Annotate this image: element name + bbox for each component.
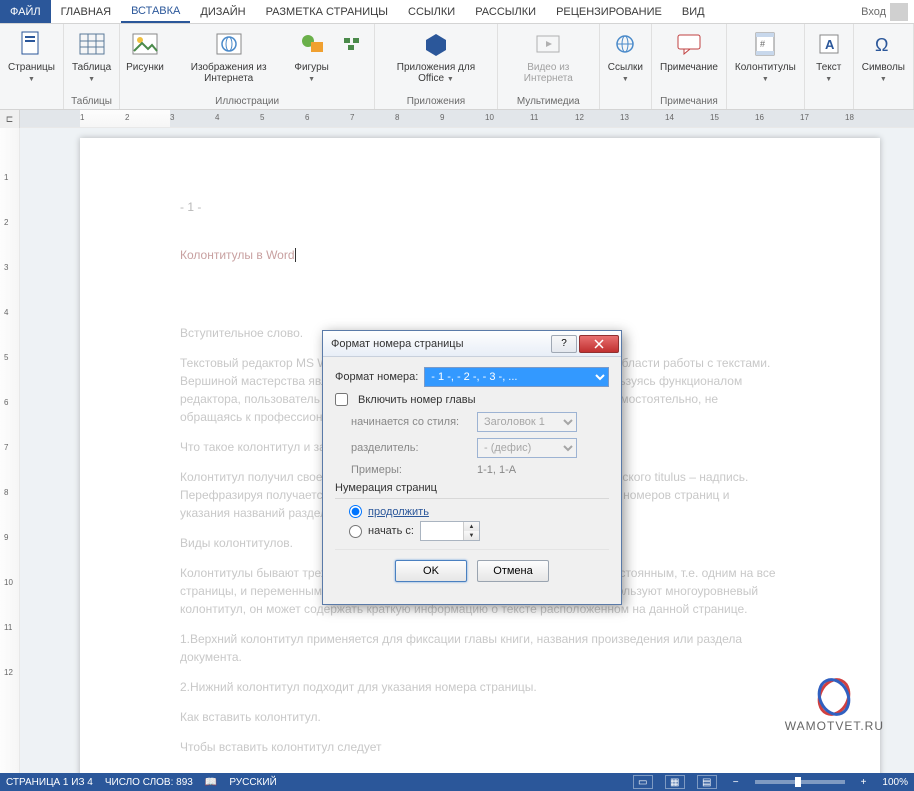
vertical-ruler[interactable]: 123456789101112 — [0, 128, 20, 773]
close-button[interactable] — [579, 335, 619, 353]
close-icon — [593, 339, 605, 349]
shapes-button[interactable]: Фигуры▼ — [292, 26, 332, 96]
doc-paragraph: 1.Верхний колонтитул применяется для фик… — [180, 630, 780, 666]
office-apps-button[interactable]: Приложения для Office ▼ — [379, 26, 493, 96]
include-chapter-checkbox[interactable] — [335, 393, 348, 406]
dialog-titlebar[interactable]: Формат номера страницы ? — [323, 331, 621, 357]
dialog-title: Формат номера страницы — [331, 338, 551, 350]
zoom-in-button[interactable]: + — [857, 777, 871, 788]
text-icon: A — [813, 28, 845, 60]
pages-icon — [15, 28, 47, 60]
ruler-row: ⊏ 123456789101112131415161718 — [0, 110, 914, 128]
zoom-value[interactable]: 100% — [882, 777, 908, 788]
comment-button[interactable]: Примечание — [656, 26, 722, 96]
cancel-button[interactable]: Отмена — [477, 560, 549, 582]
text-button[interactable]: A Текст▼ — [809, 26, 849, 107]
page-number-format-dialog: Формат номера страницы ? Формат номера: … — [322, 330, 622, 605]
examples-label: Примеры: — [351, 464, 471, 476]
view-read-button[interactable]: ▭ — [633, 775, 653, 789]
pages-button[interactable]: Страницы▼ — [4, 26, 59, 107]
tab-home[interactable]: ГЛАВНАЯ — [51, 0, 121, 23]
online-pictures-button[interactable]: Изображения из Интернета — [168, 26, 290, 96]
view-web-button[interactable]: ▤ — [697, 775, 717, 789]
watermark: WamOtvet.ru — [785, 677, 884, 733]
continue-radio[interactable] — [349, 505, 362, 518]
spin-up-icon[interactable]: ▲ — [463, 522, 479, 531]
online-video-button: Видео из Интернета — [502, 26, 595, 96]
start-from-spinner[interactable]: ▲▼ — [420, 521, 480, 541]
document-title: Колонтитулы в Word — [180, 246, 780, 264]
status-bar: СТРАНИЦА 1 ИЗ 4 ЧИСЛО СЛОВ: 893 📖 РУССКИ… — [0, 773, 914, 791]
page-number-display: - 1 - — [180, 198, 780, 216]
number-format-select[interactable]: - 1 -, - 2 -, - 3 -, ... — [424, 367, 609, 387]
symbols-button[interactable]: Ω Символы▼ — [858, 26, 909, 107]
svg-text:Ω: Ω — [875, 35, 888, 55]
headers-footers-button[interactable]: # Колонтитулы▼ — [731, 26, 800, 107]
examples-value: 1-1, 1-A — [477, 464, 516, 476]
ok-button[interactable]: OK — [395, 560, 467, 582]
starts-style-label: начинается со стиля: — [351, 416, 471, 428]
heading-style-select: Заголовок 1 — [477, 412, 577, 432]
ruler-corner: ⊏ — [0, 110, 20, 128]
table-button[interactable]: Таблица▼ — [68, 26, 115, 96]
smartart-button[interactable] — [334, 26, 371, 96]
pictures-button[interactable]: Рисунки — [124, 26, 166, 96]
link-icon — [609, 28, 641, 60]
online-picture-icon — [213, 28, 245, 60]
menu-tabs: ФАЙЛ ГЛАВНАЯ ВСТАВКА ДИЗАЙН РАЗМЕТКА СТР… — [0, 0, 914, 24]
start-from-input[interactable] — [421, 522, 463, 540]
start-from-radio[interactable] — [349, 525, 362, 538]
horizontal-ruler[interactable]: 123456789101112131415161718 — [20, 110, 914, 127]
status-words[interactable]: ЧИСЛО СЛОВ: 893 — [105, 777, 193, 788]
doc-paragraph: 2.Нижний колонтитул подходит для указани… — [180, 678, 780, 696]
comment-icon — [673, 28, 705, 60]
view-print-button[interactable]: ▦ — [665, 775, 685, 789]
zoom-out-button[interactable]: − — [729, 777, 743, 788]
zoom-slider[interactable] — [755, 780, 845, 784]
tab-mailings[interactable]: РАССЫЛКИ — [465, 0, 546, 23]
status-page[interactable]: СТРАНИЦА 1 ИЗ 4 — [6, 777, 93, 788]
svg-text:#: # — [760, 39, 765, 49]
svg-text:A: A — [825, 37, 835, 52]
tab-view[interactable]: ВИД — [672, 0, 715, 23]
office-apps-icon — [420, 28, 452, 60]
table-icon — [76, 28, 108, 60]
start-from-label: начать с: — [368, 525, 414, 537]
separator-label: разделитель: — [351, 442, 471, 454]
ribbon: Страницы▼ Таблица▼ Таблицы Рисунки Изобр… — [0, 24, 914, 110]
login-link[interactable]: Вход — [855, 0, 914, 23]
numbering-group-title: Нумерация страниц — [335, 482, 609, 494]
tab-page-layout[interactable]: РАЗМЕТКА СТРАНИЦЫ — [256, 0, 398, 23]
shapes-icon — [296, 28, 328, 60]
include-chapter-label: Включить номер главы — [358, 394, 476, 406]
picture-icon — [129, 28, 161, 60]
continue-label: продолжить — [368, 506, 429, 518]
tab-references[interactable]: ССЫЛКИ — [398, 0, 465, 23]
symbol-icon: Ω — [867, 28, 899, 60]
status-proofing-icon[interactable]: 📖 — [205, 777, 217, 788]
tab-review[interactable]: РЕЦЕНЗИРОВАНИЕ — [546, 0, 672, 23]
tab-file[interactable]: ФАЙЛ — [0, 0, 51, 23]
doc-paragraph: Чтобы вставить колонтитул следует — [180, 738, 780, 756]
watermark-logo-icon — [814, 677, 854, 717]
video-icon — [532, 28, 564, 60]
format-label: Формат номера: — [335, 371, 418, 383]
tab-insert[interactable]: ВСТАВКА — [121, 0, 190, 23]
doc-paragraph: Как вставить колонтитул. — [180, 708, 780, 726]
tab-design[interactable]: ДИЗАЙН — [190, 0, 255, 23]
spin-down-icon[interactable]: ▼ — [463, 531, 479, 540]
header-footer-icon: # — [749, 28, 781, 60]
smartart-icon — [336, 28, 368, 60]
avatar-icon — [890, 3, 908, 21]
separator-select: - (дефис) — [477, 438, 577, 458]
help-button[interactable]: ? — [551, 335, 577, 353]
status-language[interactable]: РУССКИЙ — [229, 777, 276, 788]
links-button[interactable]: Ссылки▼ — [604, 26, 647, 107]
